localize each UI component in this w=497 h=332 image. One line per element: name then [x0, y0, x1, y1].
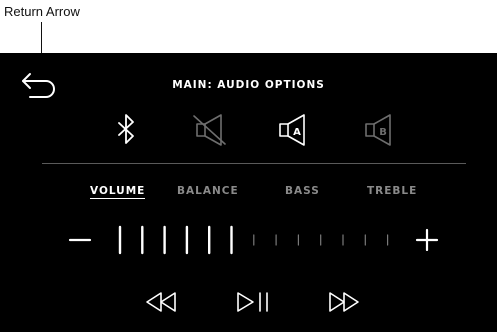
fast-forward-icon	[329, 292, 359, 312]
speaker-b-label: B	[379, 127, 387, 138]
minus-icon	[68, 238, 92, 242]
mute-speaker-button[interactable]	[189, 110, 229, 150]
section-divider	[42, 163, 466, 164]
tab-balance[interactable]: BALANCE	[177, 185, 239, 197]
play-pause-icon	[237, 292, 268, 312]
plus-icon	[415, 228, 439, 252]
bluetooth-source-button[interactable]	[107, 110, 147, 150]
rewind-button[interactable]	[142, 291, 180, 313]
annotation-label: Return Arrow	[4, 4, 80, 19]
speaker-b-icon: B	[365, 114, 391, 146]
play-pause-button[interactable]	[234, 291, 272, 313]
tab-volume[interactable]: VOLUME	[90, 185, 146, 199]
speaker-a-label: A	[293, 127, 301, 138]
bluetooth-icon	[118, 114, 134, 144]
speaker-b-button[interactable]: B	[358, 110, 398, 150]
page: Return Arrow MAIN: AUDIO OPTIONS A B VOL…	[0, 0, 497, 332]
fast-forward-button[interactable]	[325, 291, 363, 313]
speaker-muted-icon	[193, 114, 226, 146]
tab-treble[interactable]: TREBLE	[367, 185, 417, 197]
rewind-icon	[146, 292, 176, 312]
screen-title: MAIN: AUDIO OPTIONS	[172, 79, 325, 91]
speaker-a-icon: A	[279, 114, 305, 146]
decrease-button[interactable]	[67, 225, 93, 251]
speaker-a-button[interactable]: A	[272, 110, 312, 150]
level-bars	[118, 225, 389, 255]
increase-button[interactable]	[414, 225, 440, 252]
tab-bass[interactable]: BASS	[285, 185, 320, 197]
audio-options-screen: MAIN: AUDIO OPTIONS A B VOLUME BALANCE B…	[0, 53, 497, 332]
volume-level-meter[interactable]	[112, 225, 402, 255]
